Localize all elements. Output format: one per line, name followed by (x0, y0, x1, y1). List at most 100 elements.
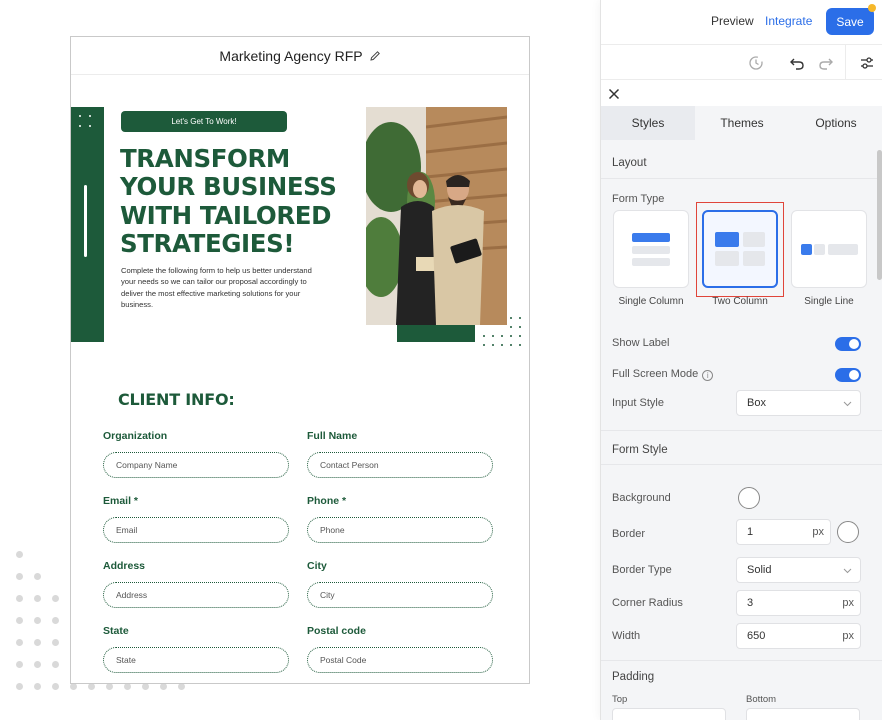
hero-description: Complete the following form to help us b… (121, 266, 312, 309)
corner-radius-label: Corner Radius (612, 597, 683, 609)
undo-icon[interactable] (788, 54, 806, 72)
save-button[interactable]: Save (826, 8, 874, 35)
decorative-dot (519, 326, 521, 328)
postal-code-input[interactable]: Postal Code (307, 647, 493, 673)
field-city: City City (307, 560, 493, 608)
form-type-single-column[interactable] (613, 210, 689, 288)
decorative-dot (34, 595, 41, 602)
full-screen-mode-toggle[interactable] (835, 368, 861, 382)
close-icon[interactable] (608, 88, 620, 100)
decorative-dot (178, 683, 185, 690)
phone-input[interactable]: Phone (307, 517, 493, 543)
decorative-dot (34, 661, 41, 668)
field-address: Address Address (103, 560, 289, 608)
single-column-icon (632, 233, 670, 266)
form-style-heading: Form Style (612, 444, 668, 456)
decorative-dot (34, 639, 41, 646)
decorative-dot (519, 317, 521, 319)
panel-toolbar (601, 44, 882, 80)
field-state: State State (103, 625, 289, 673)
integrate-button[interactable]: Integrate (765, 14, 812, 28)
styles-content: Layout Form Type Single Column Two Colum… (601, 140, 882, 720)
address-input[interactable]: Address (103, 582, 289, 608)
edit-pencil-icon[interactable] (369, 50, 381, 62)
decorative-dot (52, 683, 59, 690)
headline-line: STRATEGIES! (120, 228, 295, 258)
width-input[interactable]: 650 px (736, 623, 861, 649)
field-label: City (307, 560, 327, 572)
section-title-client-info: CLIENT INFO: (118, 390, 235, 409)
padding-top-input[interactable] (612, 708, 726, 720)
decorative-dot (510, 344, 512, 346)
border-width-input[interactable]: 1 px (736, 519, 831, 545)
input-style-value: Box (747, 397, 766, 409)
tab-options[interactable]: Options (789, 106, 882, 140)
tab-themes[interactable]: Themes (695, 106, 789, 140)
hero-section: Let's Get To Work! TRANSFORM YOUR BUSINE… (71, 107, 529, 347)
section-divider (601, 660, 882, 661)
panel-topbar: Preview Integrate Save (601, 0, 882, 44)
full-name-input[interactable]: Contact Person (307, 452, 493, 478)
show-label-label: Show Label (612, 337, 670, 349)
decorative-dot (501, 344, 503, 346)
state-input[interactable]: State (103, 647, 289, 673)
decorative-dot (142, 683, 149, 690)
selection-highlight-box (696, 202, 784, 297)
form-type-single-line[interactable] (791, 210, 867, 288)
panel-scrollbar[interactable] (877, 150, 882, 280)
settings-panel: Preview Integrate Save Styles Themes Opt… (600, 0, 882, 720)
hero-photo-band (397, 325, 475, 342)
decorative-dot (16, 551, 23, 558)
form-title[interactable]: Marketing Agency RFP (219, 48, 362, 64)
field-label: Organization (103, 430, 168, 442)
padding-top-label: Top (612, 694, 628, 705)
single-line-caption: Single Line (804, 296, 854, 307)
padding-bottom-label: Bottom (746, 694, 777, 705)
border-color-swatch[interactable] (837, 521, 859, 543)
field-label: Email * (103, 495, 139, 507)
decorative-dot (34, 683, 41, 690)
full-screen-mode-label: Full Screen Mode i (612, 368, 714, 381)
info-icon[interactable]: i (702, 370, 714, 381)
chevron-down-icon (843, 568, 852, 574)
history-icon[interactable] (747, 54, 765, 72)
decorative-dot (483, 344, 485, 346)
organization-input[interactable]: Company Name (103, 452, 289, 478)
border-type-select[interactable]: Solid (736, 557, 861, 583)
preview-button[interactable]: Preview (711, 14, 754, 28)
layout-heading: Layout (612, 157, 647, 169)
tab-styles[interactable]: Styles (601, 106, 695, 140)
width-label: Width (612, 630, 641, 642)
city-input[interactable]: City (307, 582, 493, 608)
decorative-dot (34, 617, 41, 624)
show-label-toggle[interactable] (835, 337, 861, 351)
decorative-dot (52, 617, 59, 624)
field-postal-code: Postal code Postal Code (307, 625, 493, 673)
field-label: Postal code (307, 625, 366, 637)
padding-bottom-input[interactable] (746, 708, 860, 720)
decorative-dot (16, 617, 23, 624)
hero-photo (366, 107, 507, 325)
decorative-dot (16, 573, 23, 580)
redo-icon[interactable] (817, 54, 835, 72)
decorative-dot (519, 335, 521, 337)
decorative-dot (510, 326, 512, 328)
field-label: Phone * (307, 495, 347, 507)
decorative-dot (16, 661, 23, 668)
decorative-dot (483, 335, 485, 337)
field-label: State (103, 625, 129, 637)
width-unit: px (842, 630, 854, 642)
border-type-value: Solid (747, 564, 772, 576)
input-style-select[interactable]: Box (736, 390, 861, 416)
decorative-dot (106, 683, 113, 690)
decorative-dot (519, 344, 521, 346)
hero-pill-badge: Let's Get To Work! (121, 111, 287, 132)
decorative-dot (510, 317, 512, 319)
field-organization: Organization Company Name (103, 430, 289, 478)
email-input[interactable]: Email (103, 517, 289, 543)
hero-vertical-line (84, 185, 87, 257)
corner-radius-input[interactable]: 3 px (736, 590, 861, 616)
settings-sliders-icon[interactable] (858, 54, 876, 72)
form-preview-card: Marketing Agency RFP Let's Get To Work! … (70, 36, 530, 684)
background-color-swatch[interactable] (738, 487, 760, 509)
